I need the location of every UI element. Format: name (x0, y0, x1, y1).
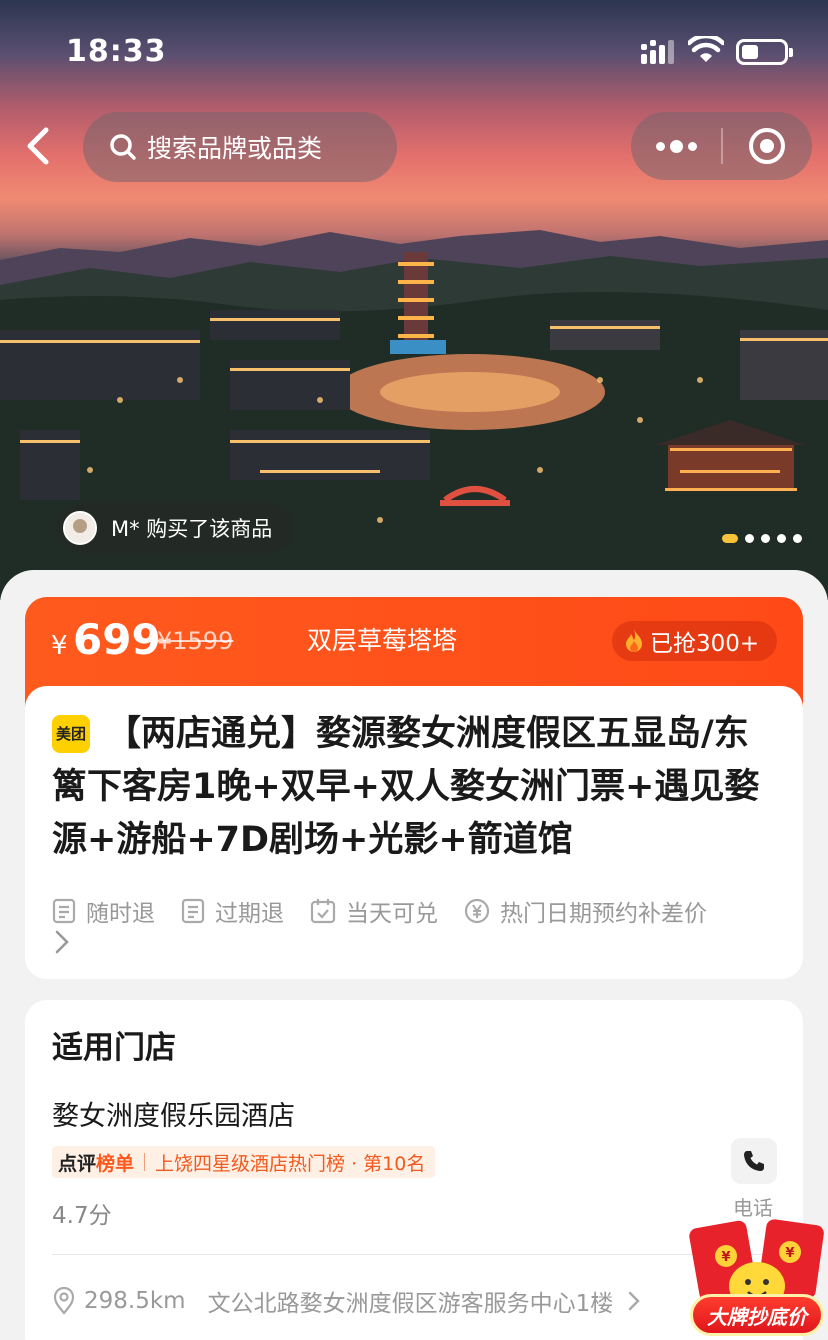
section-title: 适用门店 (52, 1030, 176, 1066)
status-time: 18:33 (66, 34, 167, 69)
search-icon (110, 134, 136, 160)
divider (52, 1254, 778, 1255)
rank-brand-a: 点评 (58, 1152, 97, 1175)
recent-buyer-toast: M* 购买了该商品 (55, 503, 295, 553)
product-info-card: 美团 【两店通兑】婺源婺女洲度假区五显岛/东篱下客房1晚+双早+双人婺女洲门票+遇… (25, 686, 803, 979)
battery-icon (736, 39, 793, 65)
cellular-signal-icon (641, 40, 674, 64)
yen-coin-icon (464, 898, 490, 924)
policy-label: 过期退 (215, 901, 284, 927)
policy-label: 热门日期预约补差价 (500, 901, 707, 927)
policy-list[interactable]: 随时退 过期退 当天可兑 热门日期预约补差价 (52, 894, 782, 928)
dot-icon (687, 141, 697, 151)
carousel-dot[interactable] (777, 534, 786, 543)
sold-count-badge: 已抢300+ (612, 621, 778, 661)
store-name[interactable]: 婺女洲度假乐园酒店 (52, 1094, 295, 1133)
chevron-right-icon (629, 1291, 640, 1311)
hero-banner[interactable]: 18:33 搜索品牌或品类 M* 购买了该商品 (0, 0, 828, 600)
location-pin-icon (53, 1287, 75, 1315)
dot-icon (669, 139, 683, 153)
store-address: 文公北路婺女洲度假区游客服务中心1楼 (207, 1291, 614, 1317)
phone-button[interactable] (731, 1138, 777, 1184)
svg-text:¥: ¥ (721, 1250, 730, 1265)
calendar-check-icon (310, 899, 336, 924)
ranking-tag[interactable]: 点评榜单 上饶四星级酒店热门榜 · 第10名 (52, 1146, 436, 1178)
miniprogram-capsule (631, 112, 812, 180)
carousel-dot-active[interactable] (722, 534, 738, 543)
red-packet-label: 大牌抄底价 (690, 1294, 824, 1336)
back-button[interactable] (18, 120, 58, 172)
product-title-text: 【两店通兑】婺源婺女洲度假区五显岛/东篱下客房1晚+双早+双人婺女洲门票+遇见婺… (52, 714, 760, 860)
sold-count-text: 已抢300+ (650, 631, 760, 657)
chevron-left-icon (27, 127, 49, 165)
address-row[interactable]: 298.5km 文公北路婺女洲度假区游客服务中心1楼 (52, 1284, 702, 1318)
receipt-icon (181, 898, 205, 924)
dianping-rank-logo: 点评榜单 (58, 1149, 134, 1176)
carousel-indicator[interactable] (722, 534, 802, 543)
capsule-divider (721, 128, 723, 164)
policy-label: 随时退 (86, 901, 155, 927)
search-placeholder: 搜索品牌或品类 (147, 134, 323, 163)
ranking-text: 上饶四星级酒店热门榜 · 第10名 (155, 1152, 426, 1175)
carousel-dot[interactable] (761, 534, 770, 543)
store-score: 4.7分 (52, 1203, 112, 1229)
policy-label: 当天可兑 (346, 901, 438, 927)
buyer-toast-text: M* 购买了该商品 (111, 517, 273, 541)
flame-icon (626, 629, 642, 652)
more-options-button[interactable] (631, 112, 721, 180)
policy-item-peak-surcharge[interactable]: 热门日期预约补差价 (464, 894, 707, 928)
phone-icon (744, 1151, 764, 1171)
carousel-dot[interactable] (745, 534, 754, 543)
receipt-icon (52, 898, 76, 924)
carousel-dot[interactable] (793, 534, 802, 543)
promo-product-name: 双层草莓塔塔 (307, 626, 458, 655)
close-miniprogram-button[interactable] (749, 128, 785, 164)
price-amount: 699 (73, 615, 161, 664)
tag-divider (144, 1153, 146, 1171)
product-title: 美团 【两店通兑】婺源婺女洲度假区五显岛/东篱下客房1晚+双早+双人婺女洲门票+遇… (52, 708, 782, 867)
wifi-icon (688, 36, 724, 62)
red-packet-floating-button[interactable]: ¥ ¥ 大牌抄底价 (686, 1212, 828, 1340)
dot-icon (655, 141, 665, 151)
avatar (63, 511, 97, 545)
status-bar: 18:33 (0, 0, 828, 100)
original-price: ¥1599 (157, 627, 234, 655)
meituan-badge: 美团 (52, 715, 90, 753)
search-input[interactable]: 搜索品牌或品类 (83, 112, 397, 182)
rank-brand-b: 榜单 (96, 1152, 135, 1175)
chevron-right-icon[interactable] (52, 929, 72, 955)
store-distance: 298.5km (84, 1288, 186, 1314)
policy-item-expire-refund[interactable]: 过期退 (181, 894, 284, 928)
policy-item-same-day[interactable]: 当天可兑 (310, 894, 438, 928)
policy-item-anytime-refund[interactable]: 随时退 (52, 894, 155, 928)
svg-text:¥: ¥ (785, 1246, 794, 1261)
price-currency: ¥ (51, 631, 68, 661)
